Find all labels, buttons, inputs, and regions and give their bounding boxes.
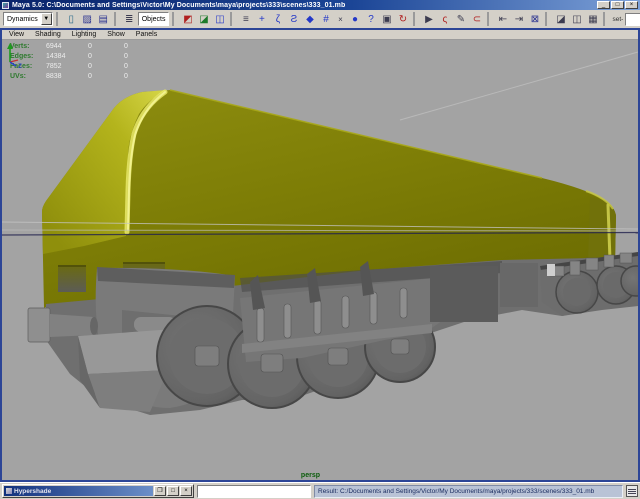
selection-mask-value: Objects xyxy=(139,16,169,23)
maya-app-icon xyxy=(2,2,9,9)
select-object-icon[interactable]: ◪ xyxy=(196,12,211,27)
menu-set-value: Dynamics xyxy=(4,16,41,23)
magnet-snap-icon[interactable]: ⊂ xyxy=(469,12,484,27)
snap-point-icon[interactable]: Ƨ xyxy=(286,12,301,27)
toolbar-separator[interactable] xyxy=(114,12,119,26)
command-line-input[interactable] xyxy=(197,485,311,498)
menu-shading[interactable]: Shading xyxy=(35,31,61,38)
axis-z-label: z xyxy=(18,61,22,68)
hud-uvs-other: 0 xyxy=(124,72,154,81)
title-bar: Maya 5.0: C:\Documents and Settings\Vict… xyxy=(0,0,640,10)
snap-grid-icon[interactable]: + xyxy=(254,12,269,27)
snap-curve-icon[interactable]: ζ xyxy=(270,12,285,27)
hud-faces-other: 0 xyxy=(124,62,154,71)
axis-gizmo-icon: z xyxy=(2,40,28,68)
window-title: Maya 5.0: C:\Documents and Settings\Vict… xyxy=(12,2,594,9)
selection-mask-menu-icon[interactable]: ≣ xyxy=(122,12,137,27)
save-scene-icon[interactable]: ▤ xyxy=(96,12,111,27)
minimize-button[interactable]: _ xyxy=(597,1,610,9)
render-current-frame-icon[interactable]: ◪ xyxy=(553,12,568,27)
open-scene-icon[interactable]: ▨ xyxy=(80,12,95,27)
train-chassis xyxy=(28,252,638,415)
hypershade-close-button[interactable]: × xyxy=(180,486,192,496)
hud-uvs-total: 8838 xyxy=(46,72,88,81)
ipr-render-icon[interactable]: ◫ xyxy=(569,12,584,27)
lock-icon[interactable]: ▣ xyxy=(379,12,394,27)
close-button[interactable]: × xyxy=(625,1,638,9)
render-globals-icon[interactable]: ▦ xyxy=(585,12,600,27)
maya-application-window: Maya 5.0: C:\Documents and Settings\Vict… xyxy=(0,0,640,499)
select-hierarchy-icon[interactable]: ◩ xyxy=(180,12,195,27)
camera-name-label: persp xyxy=(301,472,320,479)
menu-lighting[interactable]: Lighting xyxy=(72,31,97,38)
bottom-bar: Hypershade ❐ □ × Result: C:/Documents an… xyxy=(0,482,640,499)
lasso-tool-icon[interactable]: ς xyxy=(437,12,452,27)
viewport-3d[interactable]: Verts: 6944 0 0 Edges: 14384 0 0 Faces: … xyxy=(2,40,638,480)
maximize-button[interactable]: □ xyxy=(611,1,624,9)
hypershade-maximize-button[interactable]: □ xyxy=(167,486,179,496)
hud-faces-sel: 0 xyxy=(88,62,124,71)
status-line-toolbar: Dynamics ▼ ▯ ▨ ▤ ≣ Objects ◩ ◪ ◫ ≡ + ζ Ƨ… xyxy=(0,10,640,28)
live-surface-icon[interactable]: ● xyxy=(347,12,362,27)
toolbar-separator[interactable] xyxy=(545,12,550,26)
select-component-icon[interactable]: ◫ xyxy=(212,12,227,27)
input-connections-icon[interactable]: ⇤ xyxy=(495,12,510,27)
hud-uvs-label: UVs: xyxy=(10,72,46,81)
hud-verts-sel: 0 xyxy=(88,42,124,51)
panel-menu-bar: View Shading Lighting Show Panels xyxy=(2,30,638,40)
script-editor-button[interactable] xyxy=(626,485,638,497)
toolbar-separator[interactable] xyxy=(172,12,177,26)
chevron-down-icon: ▼ xyxy=(41,13,52,25)
hypershade-icon xyxy=(6,488,12,494)
quick-select-input[interactable] xyxy=(625,13,640,26)
command-result-line: Result: C:/Documents and Settings/Victor… xyxy=(314,485,623,498)
poly-count-hud: Verts: 6944 0 0 Edges: 14384 0 0 Faces: … xyxy=(10,42,154,81)
hypershade-title-bar[interactable]: Hypershade xyxy=(4,486,153,496)
snap-plane-icon[interactable]: ◆ xyxy=(302,12,317,27)
hud-verts-other: 0 xyxy=(124,42,154,51)
hud-verts-total: 6944 xyxy=(46,42,88,51)
scene-canvas xyxy=(2,40,638,480)
toolbar-separator[interactable] xyxy=(413,12,418,26)
menu-view[interactable]: View xyxy=(9,31,24,38)
hud-edges-sel: 0 xyxy=(88,52,124,61)
menu-show[interactable]: Show xyxy=(107,31,125,38)
hypershade-title: Hypershade xyxy=(14,488,51,495)
snap-toggle-icon[interactable]: × xyxy=(334,12,346,27)
hud-faces-total: 7852 xyxy=(46,62,88,71)
paint-select-icon[interactable]: ✎ xyxy=(453,12,468,27)
hypershade-restore-button[interactable]: ❐ xyxy=(154,486,166,496)
make-live-icon[interactable]: # xyxy=(318,12,333,27)
construction-history-icon[interactable]: ↻ xyxy=(395,12,410,27)
hud-uvs-sel: 0 xyxy=(88,72,124,81)
highlight-selection-icon[interactable]: ≡ xyxy=(238,12,253,27)
hypershade-minimized-window[interactable]: Hypershade ❐ □ × xyxy=(2,484,194,498)
output-connections-icon[interactable]: ⇥ xyxy=(511,12,526,27)
toolbar-separator[interactable] xyxy=(603,12,608,26)
perspective-panel: View Shading Lighting Show Panels xyxy=(0,28,640,482)
menu-panels[interactable]: Panels xyxy=(136,31,157,38)
toolbar-separator[interactable] xyxy=(230,12,235,26)
toolbar-separator[interactable] xyxy=(487,12,492,26)
toolbar-separator[interactable] xyxy=(56,12,61,26)
help-icon[interactable]: ? xyxy=(363,12,378,27)
hud-edges-total: 14384 xyxy=(46,52,88,61)
hud-edges-other: 0 xyxy=(124,52,154,61)
quick-select-label: set- xyxy=(611,16,624,23)
selection-mask-field[interactable]: Objects xyxy=(138,12,170,26)
construction-toggle-icon[interactable]: ⊠ xyxy=(527,12,542,27)
menu-set-selector[interactable]: Dynamics ▼ xyxy=(3,12,53,26)
new-scene-icon[interactable]: ▯ xyxy=(64,12,79,27)
select-tool-icon[interactable]: ▶ xyxy=(421,12,436,27)
